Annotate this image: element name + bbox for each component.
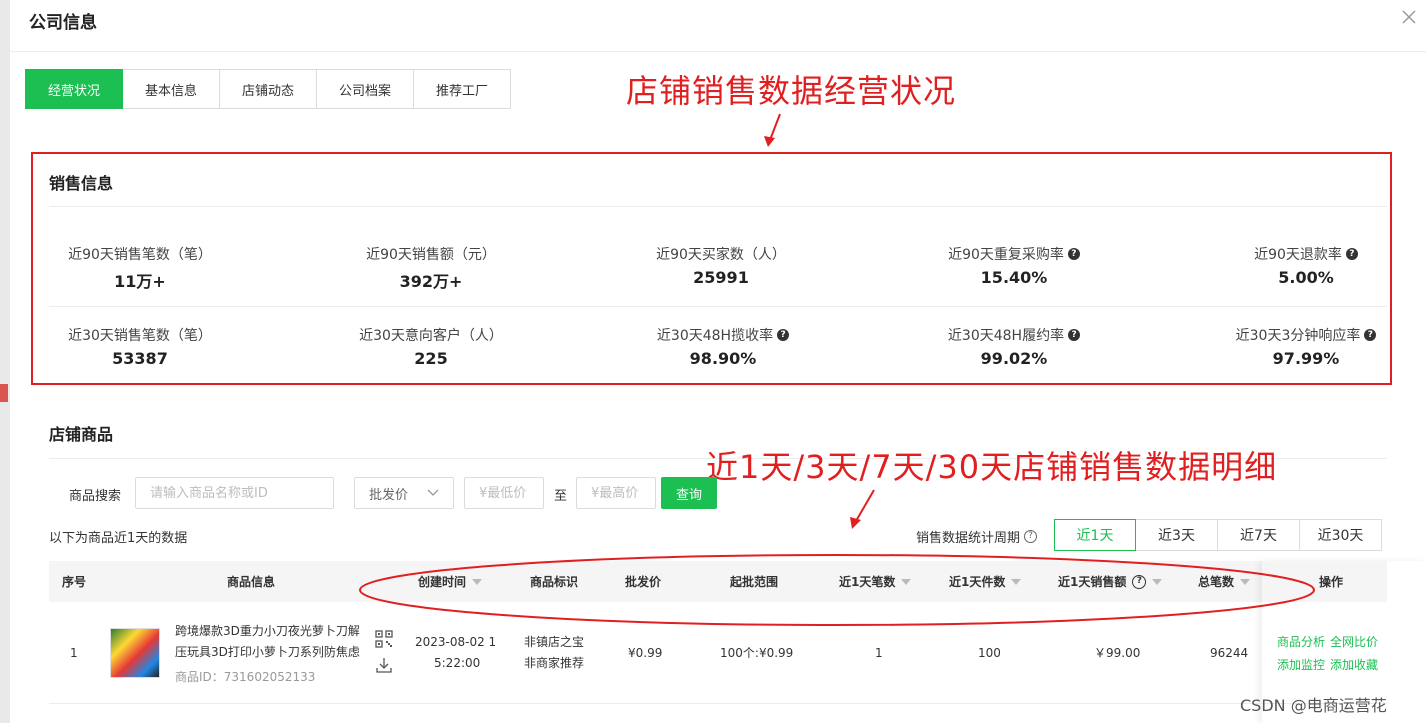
metric-label: 近90天重复采购率 xyxy=(948,247,1064,263)
price-compare-link[interactable]: 全网比价 xyxy=(1330,633,1378,650)
row-amount: ￥99.00 xyxy=(1094,646,1141,660)
row-total: 96244 xyxy=(1210,646,1249,660)
search-label: 商品搜索 xyxy=(69,489,122,504)
row-range: 100个:¥0.99 xyxy=(720,646,794,660)
store-goods-title: 店铺商品 xyxy=(49,425,114,444)
product-search-input[interactable] xyxy=(135,477,334,509)
metric-value: 98.90% xyxy=(689,349,757,368)
metric-30d-orders: 近30天销售笔数（笔） 53387 xyxy=(40,325,240,368)
metric-90d-refund: 近90天退款率? 5.00% xyxy=(1206,244,1406,287)
qrcode-icon[interactable] xyxy=(375,630,393,648)
metric-value: 11万+ xyxy=(114,272,166,291)
metric-value: 15.40% xyxy=(980,268,1048,287)
tab-basic-info[interactable]: 基本信息 xyxy=(123,69,220,109)
divider xyxy=(49,306,1387,307)
annotation-arrow-icon xyxy=(850,489,875,529)
help-icon[interactable]: ? xyxy=(1364,329,1377,341)
row-seq: 1 xyxy=(70,646,78,660)
col-info: 商品信息 xyxy=(227,575,276,589)
row-tag: 非镇店之宝 非商家推荐 xyxy=(524,632,584,674)
row-price: ¥0.99 xyxy=(628,646,663,660)
annotation-arrow-icon xyxy=(764,113,781,147)
add-monitor-link[interactable]: 添加监控 xyxy=(1277,656,1325,673)
metric-value: 225 xyxy=(414,349,448,368)
help-icon[interactable]: ? xyxy=(1067,248,1080,260)
metric-30d-intent: 近30天意向客户（人） 225 xyxy=(331,325,531,368)
divider xyxy=(49,206,1387,207)
add-favorite-link[interactable]: 添加收藏 xyxy=(1330,656,1378,673)
price-type-value: 批发价 xyxy=(369,487,409,503)
product-name-line: 压玩具3D打印小萝卜刀系列防焦虑 xyxy=(175,645,360,659)
download-icon[interactable] xyxy=(375,656,393,674)
range-separator: 至 xyxy=(554,489,568,504)
period-note: 以下为商品近1天的数据 xyxy=(49,531,188,546)
help-icon[interactable]: ? xyxy=(1345,248,1358,260)
sales-info-title: 销售信息 xyxy=(49,174,114,193)
annotation-top: 店铺销售数据经营状况 xyxy=(626,72,957,110)
help-icon[interactable]: ? xyxy=(1068,329,1081,341)
help-icon[interactable]: ? xyxy=(1024,530,1038,543)
tag-line: 非镇店之宝 xyxy=(524,635,585,649)
metric-label: 近90天销售笔数（笔） xyxy=(68,247,212,263)
created-line: 5:22:00 xyxy=(434,656,481,670)
modal-title: 公司信息 xyxy=(29,13,97,33)
background-strip xyxy=(0,0,10,723)
metric-label: 近30天3分钟响应率 xyxy=(1235,328,1361,344)
product-name[interactable]: 跨境爆款3D重力小刀夜光萝卜刀解 压玩具3D打印小萝卜刀系列防焦虑 xyxy=(175,621,365,663)
metric-value: 97.99% xyxy=(1272,349,1340,368)
metric-30d-fulfill: 近30天48H履约率? 99.02% xyxy=(914,325,1114,368)
query-button[interactable]: 查询 xyxy=(661,477,717,509)
metric-value: 53387 xyxy=(112,349,168,368)
product-name-line: 跨境爆款3D重力小刀夜光萝卜刀解 xyxy=(175,624,360,638)
created-line: 2023-08-02 1 xyxy=(415,635,497,649)
tab-company-profile[interactable]: 公司档案 xyxy=(317,69,414,109)
product-id: 商品ID：731602052133 xyxy=(175,670,316,684)
tab-recommended-factory[interactable]: 推荐工厂 xyxy=(414,69,511,109)
row-orders: 1 xyxy=(875,646,883,660)
tab-store-news[interactable]: 店铺动态 xyxy=(220,69,317,109)
product-thumbnail[interactable] xyxy=(110,628,160,678)
period-tab-1d[interactable]: 近1天 xyxy=(1054,519,1136,551)
row-created: 2023-08-02 1 5:22:00 xyxy=(415,632,496,674)
metric-label: 近30天销售笔数（笔） xyxy=(68,328,212,344)
metric-label: 近30天意向客户（人） xyxy=(359,328,503,344)
period-tab-7d[interactable]: 近7天 xyxy=(1218,519,1300,551)
period-tabs: 近1天 近3天 近7天 近30天 xyxy=(1054,519,1382,551)
metric-30d-response: 近30天3分钟响应率? 97.99% xyxy=(1206,325,1406,368)
min-price-input[interactable] xyxy=(464,477,544,509)
company-tabs: 经营状况 基本信息 店铺动态 公司档案 推荐工厂 xyxy=(25,69,511,109)
metric-90d-sales: 近90天销售额（元） 392万+ xyxy=(331,244,531,292)
background-marker xyxy=(0,384,8,402)
metric-value: 99.02% xyxy=(980,349,1048,368)
metric-label: 近90天退款率 xyxy=(1254,247,1342,263)
max-price-input[interactable] xyxy=(576,477,656,509)
price-type-select[interactable]: 批发价 xyxy=(354,477,454,509)
help-icon[interactable]: ? xyxy=(777,329,790,341)
period-tab-3d[interactable]: 近3天 xyxy=(1136,519,1218,551)
row-pieces: 100 xyxy=(978,646,1001,660)
annotation-middle: 近1天/3天/7天/30天店铺销售数据明细 xyxy=(706,448,1278,486)
metric-value: 392万+ xyxy=(399,272,463,291)
metric-label: 近30天48H履约率 xyxy=(947,328,1065,344)
metric-value: 5.00% xyxy=(1278,268,1334,287)
watermark: CSDN @电商运营花 xyxy=(1240,696,1387,715)
metric-90d-repurchase: 近90天重复采购率? 15.40% xyxy=(914,244,1114,287)
tab-business-status[interactable]: 经营状况 xyxy=(25,69,123,109)
chevron-down-icon xyxy=(427,489,439,496)
metric-90d-orders: 近90天销售笔数（笔） 11万+ xyxy=(40,244,240,292)
close-icon[interactable] xyxy=(1398,6,1420,28)
modal-header: 公司信息 xyxy=(10,0,1426,52)
tag-line: 非商家推荐 xyxy=(524,656,585,670)
period-label: 销售数据统计周期 xyxy=(916,531,1021,546)
product-analysis-link[interactable]: 商品分析 xyxy=(1277,633,1325,650)
metric-label: 近90天买家数（人） xyxy=(656,247,786,263)
metric-value: 25991 xyxy=(693,268,749,287)
metric-90d-buyers: 近90天买家数（人） 25991 xyxy=(621,244,821,287)
metric-label: 近30天48H揽收率 xyxy=(656,328,774,344)
metric-label: 近90天销售额（元） xyxy=(366,247,496,263)
col-seq: 序号 xyxy=(62,575,87,589)
metric-30d-pickup: 近30天48H揽收率? 98.90% xyxy=(623,325,823,368)
period-tab-30d[interactable]: 近30天 xyxy=(1300,519,1382,551)
